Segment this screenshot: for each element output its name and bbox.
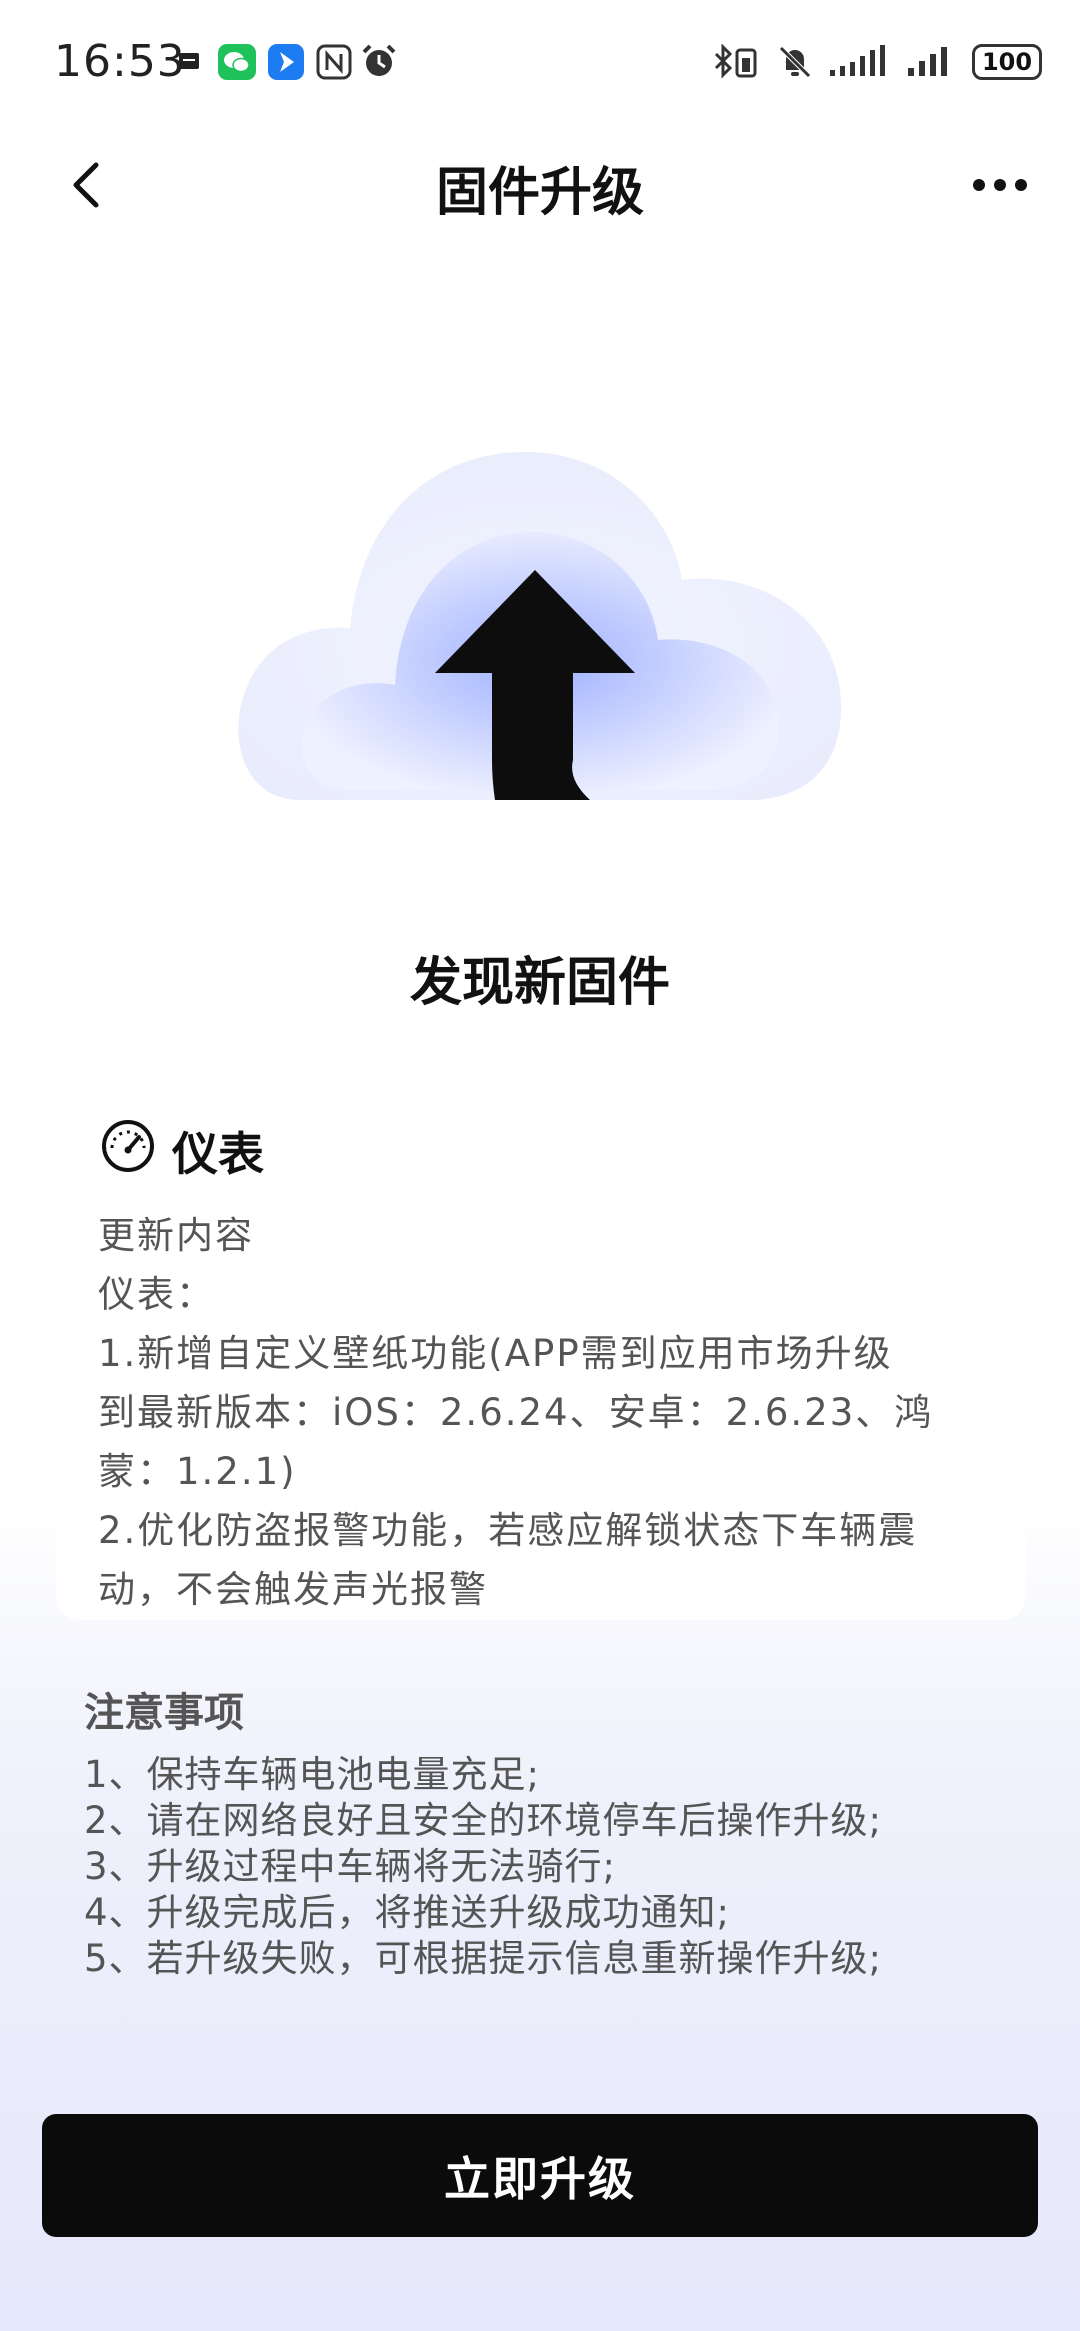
bluetooth-battery-icon (714, 44, 757, 79)
notes-line: 仪表： (98, 1273, 215, 1316)
more-options-button[interactable] (960, 160, 1040, 210)
more-dot-icon (1015, 179, 1027, 191)
status-right-icons: 100 (712, 40, 1042, 84)
attention-item: 5、若升级失败，可根据提示信息重新操作升级; (84, 1937, 883, 1980)
notes-line: 动，不会触发声光报警 (98, 1568, 488, 1611)
more-dot-icon (994, 179, 1006, 191)
signal-icon (908, 47, 947, 76)
sim-card-icon (179, 53, 199, 69)
page-title: 固件升级 (435, 163, 644, 223)
attention-title: 注意事项 (84, 1690, 244, 1736)
status-time: 16:53 (54, 36, 186, 87)
signal-icon (830, 45, 885, 76)
gauge-icon (102, 1120, 154, 1172)
attention-item: 3、升级过程中车辆将无法骑行; (84, 1845, 617, 1888)
battery-indicator: 100 (972, 44, 1042, 80)
attention-list: 1、保持车辆电池电量充足; 2、请在网络良好且安全的环境停车后操作升级; 3、升… (84, 1752, 882, 1982)
attention-item: 2、请在网络良好且安全的环境停车后操作升级; (84, 1799, 883, 1842)
found-firmware-title: 发现新固件 (409, 953, 670, 1013)
alarm-icon (362, 44, 396, 76)
update-notes: 更新内容 仪表： 1.新增自定义壁纸功能(APP需到应用市场升级 到最新版本：i… (98, 1206, 988, 1619)
cloud-upload-illustration (238, 451, 842, 800)
device-name: 仪表 (172, 1127, 264, 1181)
wechat-icon (218, 44, 256, 80)
notes-line: 更新内容 (98, 1214, 254, 1257)
notes-line: 2.优化防盗报警功能，若感应解锁状态下车辆震 (98, 1509, 918, 1552)
more-dot-icon (973, 179, 985, 191)
nfc-icon (316, 44, 352, 80)
notes-line: 蒙：1.2.1) (98, 1450, 297, 1493)
mute-bell-icon (779, 46, 811, 78)
attention-item: 4、升级完成后，将推送升级成功通知; (84, 1891, 731, 1934)
upgrade-now-button[interactable]: 立即升级 (42, 2114, 1038, 2237)
blue-app-icon (268, 44, 304, 80)
notes-line: 到最新版本：iOS：2.6.24、安卓：2.6.23、鸿 (98, 1391, 934, 1434)
status-bar: 16:53 100 (0, 0, 1080, 120)
notes-line: 1.新增自定义壁纸功能(APP需到应用市场升级 (98, 1332, 893, 1375)
attention-item: 1、保持车辆电池电量充足; (84, 1753, 541, 1796)
